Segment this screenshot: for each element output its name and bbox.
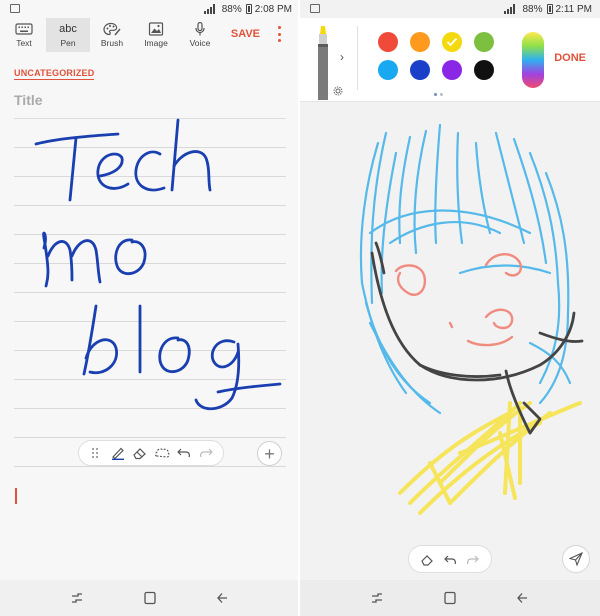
pen-settings-panel: › DONE: [300, 18, 600, 102]
home-icon[interactable]: [442, 591, 458, 605]
brush-tool-label: Brush: [100, 38, 124, 48]
keyboard-icon: [15, 23, 33, 35]
redo-icon[interactable]: [466, 553, 480, 566]
voice-tool-button[interactable]: Voice: [178, 18, 222, 52]
undo-icon[interactable]: [443, 553, 457, 566]
abc-icon: abc: [59, 23, 77, 35]
drawing-canvas[interactable]: [300, 103, 600, 573]
status-bar: 88% 2:08 PM: [0, 0, 300, 18]
eraser-icon[interactable]: [420, 553, 434, 566]
undo-icon[interactable]: [176, 446, 192, 460]
image-tool-button[interactable]: Image: [134, 18, 178, 52]
selection-lasso-icon[interactable]: [154, 446, 170, 460]
note-editor-screen: 88% 2:08 PM Text abc Pen Brush Image Voi…: [0, 0, 300, 616]
image-tool-label: Image: [144, 38, 168, 48]
navigation-bar: [300, 580, 600, 616]
home-icon[interactable]: [142, 591, 158, 605]
signal-icon: [504, 4, 516, 14]
done-button[interactable]: DONE: [554, 52, 586, 64]
panel-divider: [357, 26, 358, 90]
brush-tool-button[interactable]: Brush: [90, 18, 134, 52]
navigation-bar: [0, 580, 300, 616]
recent-apps-icon[interactable]: [69, 591, 85, 605]
handwriting-drawing[interactable]: [0, 110, 300, 440]
color-swatch[interactable]: [442, 32, 462, 52]
recent-apps-icon[interactable]: [369, 591, 385, 605]
eraser-icon[interactable]: [132, 446, 148, 460]
redo-icon[interactable]: [198, 446, 214, 460]
back-icon[interactable]: [515, 591, 531, 605]
title-input[interactable]: Title: [14, 92, 43, 108]
signal-icon: [203, 4, 215, 14]
add-page-button[interactable]: +: [257, 441, 282, 466]
text-tool-label: Text: [16, 38, 32, 48]
pen-settings-bar: [78, 440, 224, 466]
plus-icon: +: [264, 443, 275, 464]
color-swatch[interactable]: [378, 32, 398, 52]
more-options-icon[interactable]: [276, 26, 282, 42]
text-tool-button[interactable]: Text: [2, 18, 46, 52]
pen-icon[interactable]: [110, 446, 126, 460]
battery-icon: [245, 4, 252, 14]
palette-page-indicator: [434, 93, 443, 96]
battery-icon: [546, 4, 553, 14]
save-button[interactable]: SAVE: [231, 28, 260, 40]
marker-pen-icon[interactable]: [314, 24, 332, 100]
text-cursor: [15, 488, 17, 504]
voice-tool-label: Voice: [189, 38, 211, 48]
battery-percent: 88%: [221, 3, 242, 15]
color-swatch[interactable]: [474, 32, 494, 52]
chevron-right-icon[interactable]: ›: [340, 50, 344, 64]
gallery-notification-icon: [10, 4, 20, 13]
color-swatch[interactable]: [410, 32, 430, 52]
checkmark-icon: [446, 37, 458, 47]
battery-percent: 88%: [522, 3, 543, 15]
drawing-screen: 88% 2:11 PM › DONE: [300, 0, 600, 616]
microphone-icon: [195, 22, 205, 36]
drawing-tools-bar: [408, 545, 492, 573]
color-swatch[interactable]: [442, 60, 462, 80]
clock: 2:11 PM: [555, 3, 593, 15]
gallery-notification-icon: [310, 4, 320, 13]
palette-icon: [103, 22, 121, 36]
clock: 2:08 PM: [254, 3, 292, 15]
color-swatch[interactable]: [474, 60, 494, 80]
pen-tool-button[interactable]: abc Pen: [46, 18, 90, 52]
category-label[interactable]: UNCATEGORIZED: [14, 68, 95, 80]
pen-tool-label: Pen: [60, 38, 76, 48]
color-swatch[interactable]: [410, 60, 430, 80]
send-icon: [569, 552, 583, 566]
color-swatch[interactable]: [378, 60, 398, 80]
back-icon[interactable]: [215, 591, 231, 605]
drag-handle-icon[interactable]: [88, 446, 104, 460]
settings-gear-icon[interactable]: [333, 86, 343, 96]
color-spectrum-button[interactable]: [522, 32, 544, 88]
send-button[interactable]: [562, 545, 590, 573]
image-icon: [148, 22, 164, 36]
status-bar: 88% 2:11 PM: [300, 0, 600, 18]
